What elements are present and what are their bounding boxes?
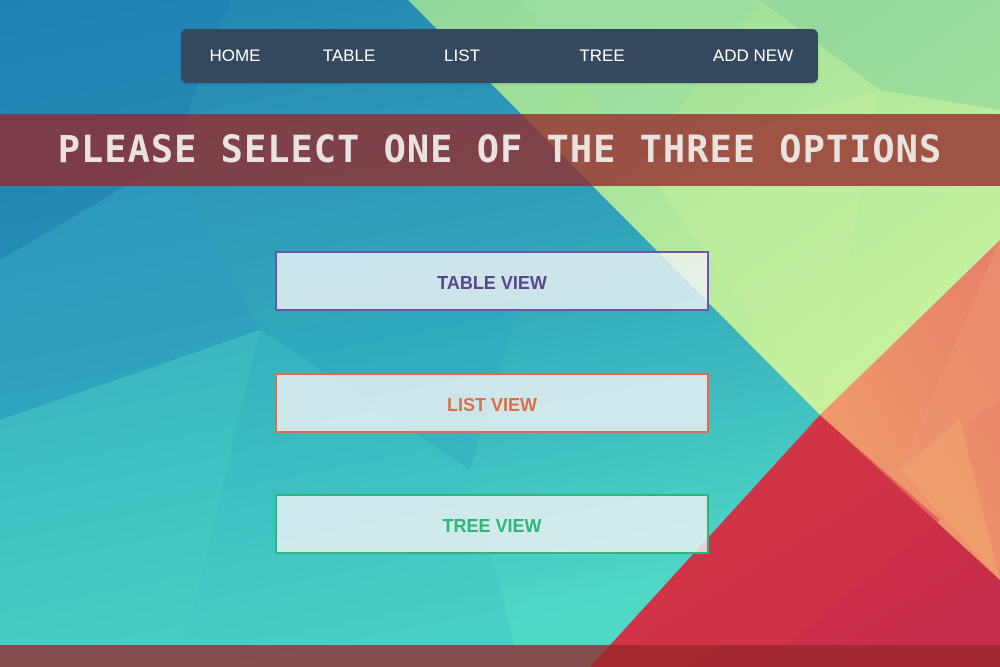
nav-item-home[interactable]: HOME — [210, 29, 261, 83]
tree-view-button[interactable]: TREE VIEW — [275, 494, 709, 554]
top-navigation-bar: HOME TABLE LIST TREE ADD NEW — [181, 29, 818, 83]
page-title: PLEASE SELECT ONE OF THE THREE OPTIONS — [57, 128, 943, 171]
title-banner: PLEASE SELECT ONE OF THE THREE OPTIONS — [0, 114, 1000, 186]
nav-item-tree[interactable]: TREE — [579, 29, 624, 83]
list-view-button[interactable]: LIST VIEW — [275, 373, 709, 433]
table-view-button[interactable]: TABLE VIEW — [275, 251, 709, 311]
polygon-background — [0, 0, 1000, 667]
footer-band — [0, 645, 1000, 667]
nav-item-table[interactable]: TABLE — [323, 29, 376, 83]
nav-item-list[interactable]: LIST — [444, 29, 480, 83]
nav-item-add-new[interactable]: ADD NEW — [713, 29, 793, 83]
